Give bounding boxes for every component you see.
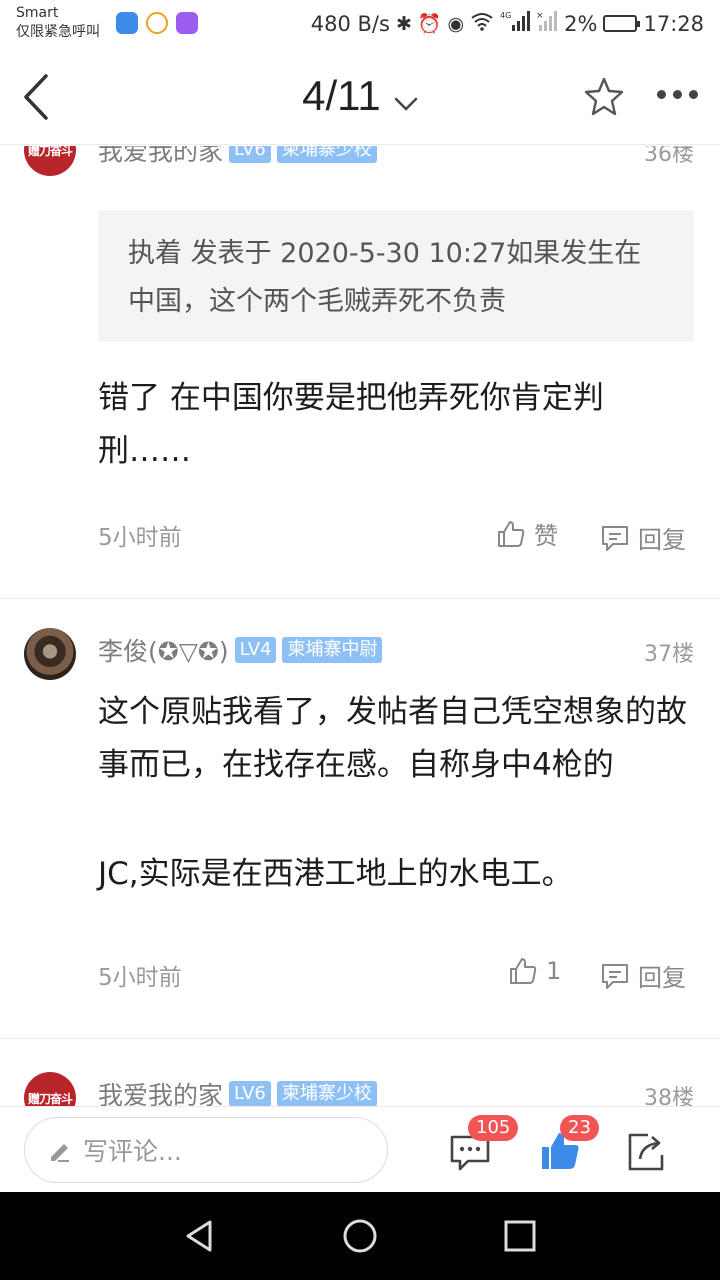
bluetooth-icon: ✱ [395,12,412,35]
user-info: 我爱我的家 LV6 柬埔寨少校 [98,1076,377,1106]
browser-app-icon [146,12,168,34]
like-thread-button[interactable]: 23 [538,1115,599,1175]
floor-number: 38楼 [644,1086,694,1106]
svg-text:×: × [536,11,544,21]
comment-text: 错了 在中国你要是把他弄死你肯定判刑…… [98,380,604,469]
shield-app-icon [116,12,138,34]
status-bar: Smart 仅限紧急呼叫 480 B/s ✱ ⏰ ◉ 4G × 2% 17:28 [0,0,720,50]
comment-time: 5小时前 [98,525,182,551]
comment-placeholder: 写评论... [83,1137,182,1166]
floor-number: 36楼 [644,146,694,167]
comment-input[interactable]: 写评论... [24,1117,388,1183]
system-nav-bar [0,1192,720,1280]
network-speed: 480 B/s [310,11,390,36]
floor-number: 37楼 [644,642,694,667]
comments-button[interactable]: 105 [448,1115,519,1175]
square-recents-icon [504,1220,536,1252]
status-right: 480 B/s ✱ ⏰ ◉ 4G × 2% 17:28 [311,10,704,37]
svg-text:4G: 4G [500,11,511,20]
dot-icon [689,90,698,99]
top-nav-bar: 4/11 [0,50,720,145]
like-count: 1 [546,957,562,985]
rank-badge: 柬埔寨少校 [276,146,377,163]
username[interactable]: 我爱我的家 [98,1076,223,1106]
thumbs-up-icon [498,520,525,547]
video-app-icon [176,12,198,34]
chevron-down-icon [394,96,418,116]
username[interactable]: 李俊(✪▽✪) [98,632,229,668]
rank-badge: 柬埔寨中尉 [282,637,383,663]
comment-text-2: JC,实际是在西港工地上的水电工。 [98,856,573,892]
comment-time: 5小时前 [98,965,182,991]
nav-recents-button[interactable] [500,1216,540,1256]
level-badge: LV4 [234,637,277,663]
user-info: 我爱我的家 LV6 柬埔寨少校 [98,146,377,168]
nav-home-button[interactable] [340,1216,380,1256]
username[interactable]: 我爱我的家 [98,146,223,168]
wifi-icon [470,11,494,36]
more-options-button[interactable] [657,90,698,99]
comment-icon [602,525,628,551]
carrier-info: Smart 仅限紧急呼叫 [16,5,100,40]
thumbs-up-icon [510,958,537,984]
page-indicator: 4/11 [302,72,381,119]
avatar-text: 赠刀奋斗 [27,1091,73,1106]
divider [0,1038,720,1039]
rank-badge: 柬埔寨少校 [276,1081,377,1106]
carrier-name: Smart [16,5,59,21]
favorite-button[interactable] [584,76,624,116]
clock: 17:28 [643,11,704,36]
share-icon [628,1133,664,1171]
reply-label: 回复 [638,964,686,992]
comment-count-badge: 105 [468,1115,519,1141]
avatar[interactable]: 赠刀奋斗 [24,146,76,176]
star-icon [584,77,624,116]
reply-button[interactable]: 回复 [600,958,686,993]
comment-icon [602,963,628,989]
battery-percent: 2% [564,11,598,36]
nav-back-button[interactable] [180,1216,220,1256]
notification-icons [116,12,198,34]
like-button[interactable]: 赞 [496,516,558,551]
level-badge: LV6 [229,146,271,163]
signal-icon: 4G [500,10,531,37]
triangle-back-icon [186,1220,212,1252]
avatar[interactable]: 赠刀奋斗 [24,1072,76,1106]
signal-2-icon: × [536,10,558,37]
comment-text: 这个原贴我看了，发帖者自己凭空想象的故事而已，在找存在感。自称身中4枪的 [98,694,687,783]
share-button[interactable] [624,1125,674,1175]
dot-icon [657,90,666,99]
dot-icon [673,90,682,99]
pencil-icon [51,1144,69,1162]
avatar[interactable] [24,628,76,680]
alarm-icon: ⏰ [417,13,442,35]
comment-list[interactable]: 赠刀奋斗 我爱我的家 LV6 柬埔寨少校 36楼 执着 发表于 2020-5-3… [0,146,720,1106]
user-info: 李俊(✪▽✪) LV4 柬埔寨中尉 [98,632,383,668]
reply-label: 回复 [638,526,686,554]
quoted-comment[interactable]: 执着 发表于 2020-5-30 10:27如果发生在中国，这个两个毛贼弄死不负… [98,210,694,342]
divider [0,598,720,599]
reply-button[interactable]: 回复 [600,520,686,555]
like-count-badge: 23 [560,1115,599,1141]
eye-icon: ◉ [447,12,465,35]
avatar-text: 赠刀奋斗 [27,146,73,158]
circle-home-icon [343,1219,377,1253]
emergency-only: 仅限紧急呼叫 [16,24,100,40]
battery-icon [603,15,641,32]
level-badge: LV6 [229,1081,271,1106]
bottom-action-bar: 写评论... 105 23 [0,1106,720,1192]
like-button[interactable]: 1 [508,956,561,986]
like-label: 赞 [534,522,558,550]
